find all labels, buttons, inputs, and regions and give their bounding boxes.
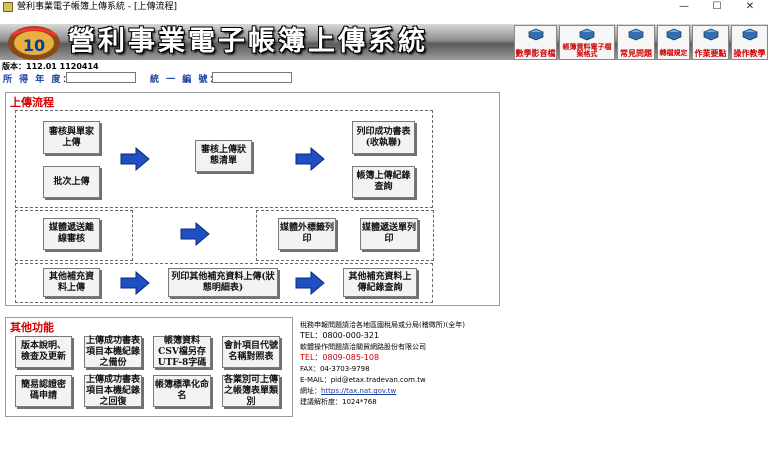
contact-email: E-MAIL：pid@etax.tradevan.com.tw — [300, 376, 426, 384]
restore-record-button[interactable]: 上傳成功書表項目本機紀錄之回復 — [84, 375, 142, 407]
backup-record-button[interactable]: 上傳成功書表項目本機紀錄之備份 — [84, 336, 142, 368]
minimize-icon[interactable]: — — [670, 0, 698, 14]
contact-website-row: 網址：https://tax.nat.gov.tw — [300, 386, 396, 396]
guidelines-button[interactable]: 作業要點 — [692, 25, 729, 60]
ledger-naming-button[interactable]: 帳簿標準化命名 — [153, 375, 211, 407]
media-list-print-button[interactable]: 媒體遞送單列印 — [360, 218, 418, 250]
password-apply-button[interactable]: 簡易認證密碼申請 — [15, 375, 72, 407]
arrow-right-icon — [120, 271, 150, 295]
contact-tax-tel: TEL：0800-000-321 — [300, 331, 380, 340]
account-code-button[interactable]: 會計項目代號名稱對照表 — [222, 336, 280, 368]
media-label-print-button[interactable]: 媒體外標籤列印 — [278, 218, 336, 250]
window-title: 營利事業電子帳簿上傳系統 - [上傳流程] — [17, 2, 177, 12]
arrow-right-icon — [295, 271, 325, 295]
close-icon[interactable]: ✕ — [736, 0, 764, 14]
industry-forms-button[interactable]: 各業別可上傳之帳簿表單類別 — [222, 375, 280, 407]
review-upload-button[interactable]: 審核與單家上傳 — [43, 121, 100, 154]
arrow-right-icon — [180, 222, 210, 246]
contact-software-line: 軟體操作問題請洽關貿網路股份有限公司 — [300, 343, 426, 351]
conversion-rules-button[interactable]: 轉檔規定 — [657, 25, 690, 60]
batch-upload-button[interactable]: 批次上傳 — [43, 166, 100, 198]
book-icon — [665, 28, 682, 41]
book-icon — [628, 28, 644, 41]
media-review-button[interactable]: 媒體遞送離線審核 — [43, 218, 100, 250]
logo-icon: 10 — [8, 26, 60, 60]
book-icon — [741, 28, 758, 41]
arrow-right-icon — [295, 147, 325, 171]
app-title: 營利事業電子帳簿上傳系統 — [68, 26, 428, 57]
maximize-icon[interactable]: ☐ — [703, 0, 731, 14]
other-functions-title: 其他功能 — [10, 319, 54, 335]
button-label: 轉檔規定 — [659, 49, 688, 57]
book-icon — [702, 28, 719, 41]
contact-tax-line: 稅務申報問題請洽各地區國稅局或分局(稽徵所)(全年) — [300, 321, 465, 329]
website-link[interactable]: https://tax.nat.gov.tw — [321, 387, 396, 395]
website-label: 網址： — [300, 387, 321, 395]
upload-flow-title: 上傳流程 — [10, 94, 54, 110]
file-format-button[interactable]: 帳簿資料電子檔案格式 — [559, 25, 615, 60]
button-label: 作業要點 — [694, 49, 727, 58]
ledger-query-button[interactable]: 帳簿上傳紀錄查詢 — [352, 166, 415, 198]
app-icon — [3, 2, 13, 12]
button-label: 操作教學 — [733, 49, 766, 58]
other-print-button[interactable]: 列印其他補充資料上傳(狀態明細表) — [168, 268, 278, 297]
ban-input[interactable] — [212, 72, 292, 83]
ban-label: 統 一 編 號： — [150, 75, 221, 85]
faq-button[interactable]: 常見問題 — [617, 25, 655, 60]
operation-tutorial-button[interactable]: 操作教學 — [731, 25, 768, 60]
tutorial-video-button[interactable]: 數學影音檔 — [514, 25, 557, 60]
other-query-button[interactable]: 其他補充資料上傳紀錄查詢 — [343, 268, 417, 297]
button-label: 帳簿資料電子檔案格式 — [562, 43, 612, 58]
book-icon — [579, 28, 595, 41]
arrow-right-icon — [120, 147, 150, 171]
year-label: 所 得 年 度： — [3, 75, 74, 85]
resolution-note: 建議解析度：1024*768 — [300, 398, 377, 406]
logo-text: 10 — [23, 36, 45, 55]
version-check-button[interactable]: 版本說明、檢查及更新 — [15, 336, 72, 368]
book-icon — [527, 28, 544, 41]
contact-fax: FAX：04-3703-9798 — [300, 365, 370, 373]
version-label: 版本：112.01 1120414 — [2, 62, 99, 71]
other-upload-button[interactable]: 其他補充資料上傳 — [43, 268, 100, 297]
button-label: 數學影音檔 — [515, 49, 556, 58]
print-receipt-button[interactable]: 列印成功書表(收執聯) — [352, 121, 415, 154]
year-input[interactable] — [66, 72, 136, 83]
button-label: 常見問題 — [620, 49, 652, 58]
contact-software-tel: TEL：0809-085-108 — [300, 353, 380, 362]
window-titlebar: 營利事業電子帳簿上傳系統 - [上傳流程] — ☐ ✕ — [0, 0, 768, 14]
review-status-button[interactable]: 審核上傳狀態清單 — [195, 140, 252, 172]
csv-utf8-button[interactable]: 帳簿資料CSV檔另存UTF-8字碼 — [153, 336, 211, 368]
